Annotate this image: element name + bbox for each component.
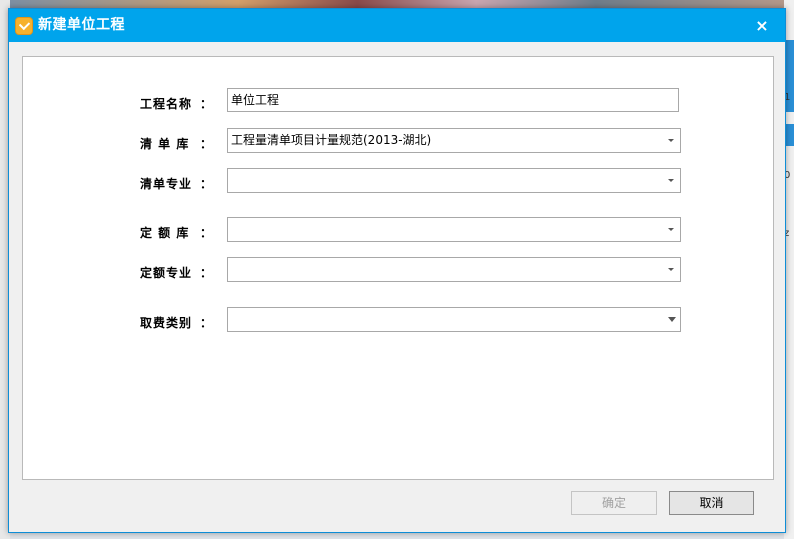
- form-panel: 工程名称 ： 单位工程 清 单 库 ： 工程量清单项目计量规范(2013-湖北)…: [22, 56, 774, 480]
- bill-specialty-select[interactable]: [227, 168, 681, 193]
- chevron-down-icon[interactable]: [668, 139, 674, 142]
- cancel-button[interactable]: 取消: [669, 491, 754, 515]
- dialog-title: 新建单位工程: [38, 17, 125, 33]
- chevron-down-icon[interactable]: [668, 228, 674, 231]
- bill-library-select[interactable]: 工程量清单项目计量规范(2013-湖北): [227, 128, 681, 153]
- colon: ：: [200, 316, 213, 330]
- quota-library-select[interactable]: [227, 217, 681, 242]
- colon: ：: [200, 137, 213, 151]
- ok-button[interactable]: 确定: [571, 491, 657, 515]
- chevron-down-icon[interactable]: [668, 268, 674, 271]
- bill-library-value: 工程量清单项目计量规范(2013-湖北): [231, 133, 432, 147]
- chevron-down-icon[interactable]: [668, 179, 674, 182]
- chevron-down-icon[interactable]: [668, 317, 676, 322]
- colon: ：: [200, 177, 213, 191]
- project-name-input[interactable]: 单位工程: [227, 88, 679, 112]
- colon: ：: [200, 97, 213, 111]
- app-icon: [15, 17, 33, 35]
- quota-specialty-select[interactable]: [227, 257, 681, 282]
- fee-category-select[interactable]: [227, 307, 681, 332]
- new-unit-project-dialog: 新建单位工程 × 工程名称 ： 单位工程 清 单 库 ： 工程量清单项目计量规范…: [8, 8, 786, 533]
- colon: ：: [200, 226, 213, 240]
- dialog-titlebar[interactable]: 新建单位工程 ×: [9, 9, 785, 42]
- colon: ：: [200, 266, 213, 280]
- close-icon[interactable]: ×: [739, 9, 785, 42]
